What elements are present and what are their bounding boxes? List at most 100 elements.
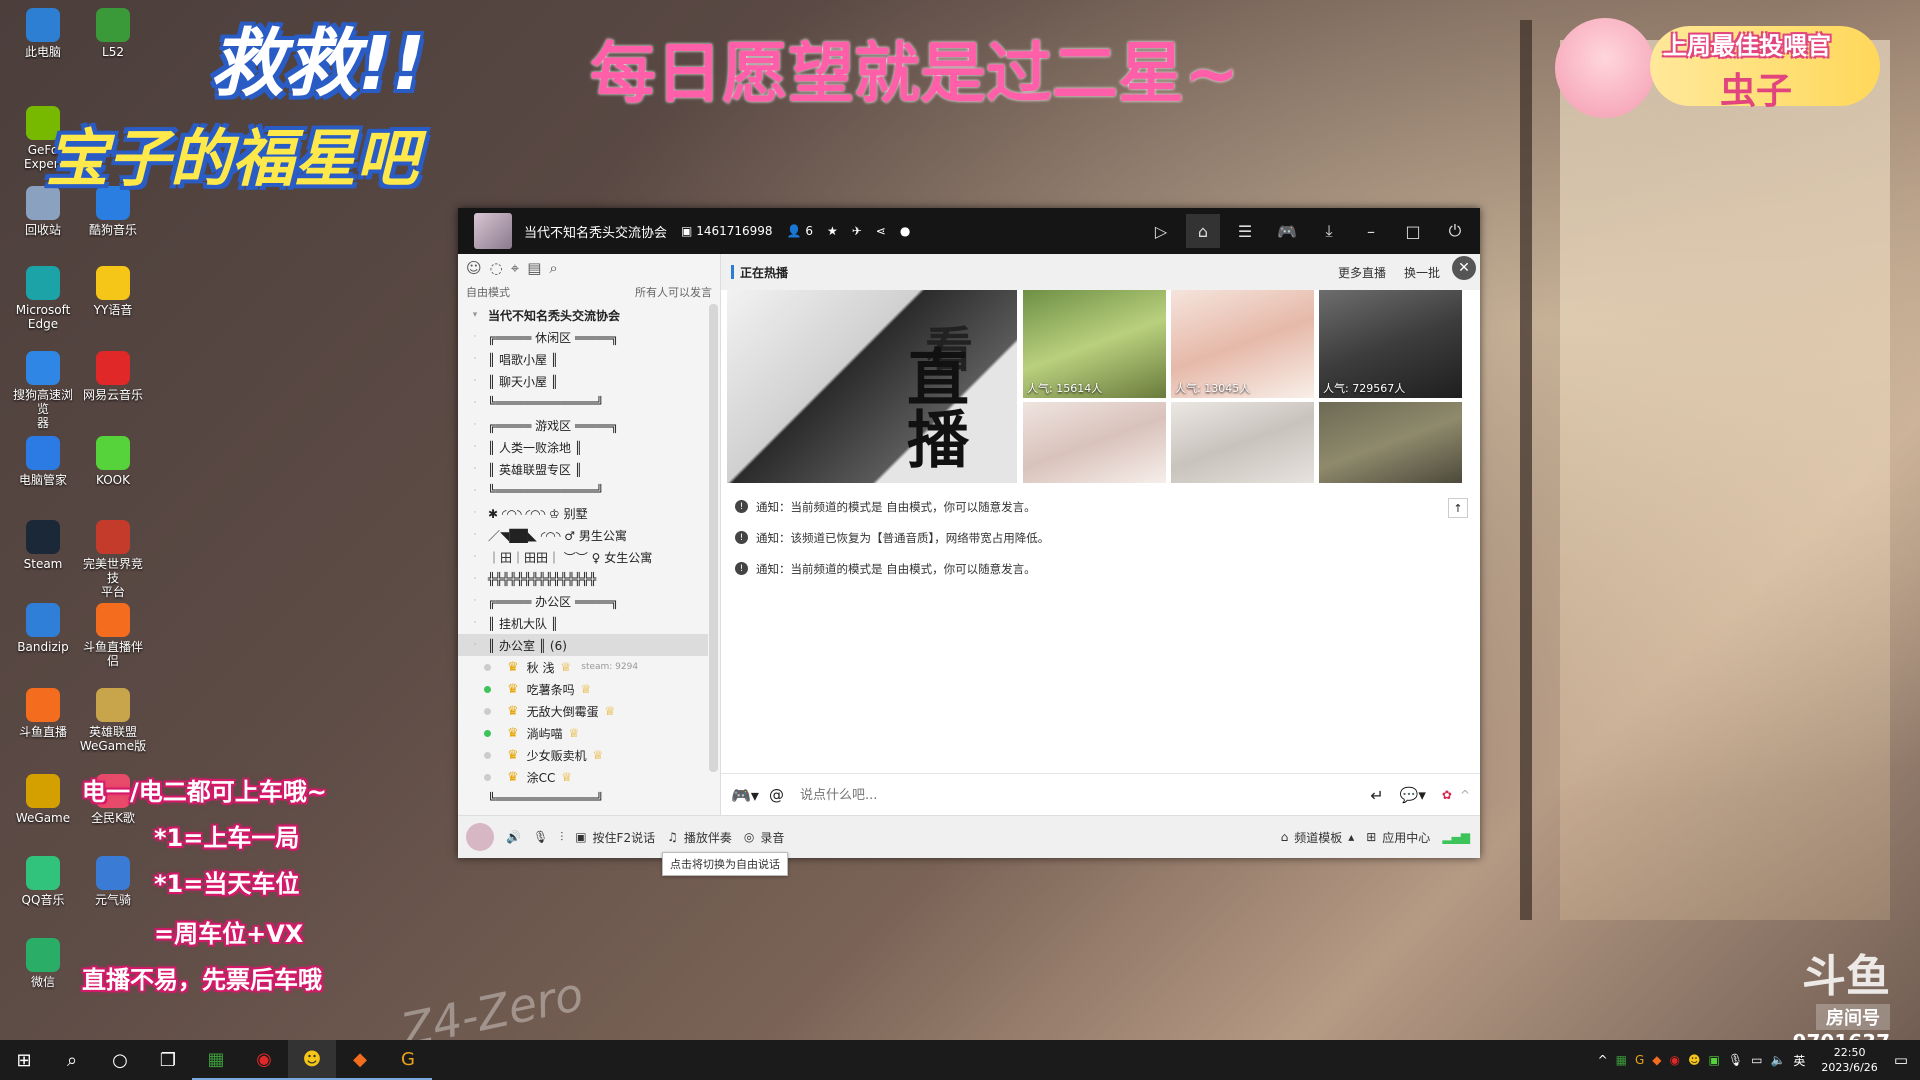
maximize-icon[interactable]: □: [1396, 214, 1430, 248]
live-thumb-2[interactable]: 人气: 13045人: [1171, 290, 1314, 398]
user-list-item[interactable]: ♛ 秋 浅 ♕ steam: 9294: [458, 656, 708, 678]
share-icon[interactable]: ⋖: [876, 224, 886, 238]
equalizer-icon[interactable]: ⫶: [560, 830, 563, 845]
desktop-icon[interactable]: 英雄联盟 WeGame版: [78, 688, 148, 753]
desktop-icon[interactable]: 搜狗高速浏览 器: [8, 351, 78, 430]
accompany-button[interactable]: ♫ 播放伴奏: [667, 829, 732, 846]
channel-item[interactable]: · ╬╬╬╬╬╬╬╬╬╬╬╬╬╬╬: [458, 568, 708, 590]
search-icon[interactable]: ⌕: [549, 259, 557, 277]
channel-item[interactable]: · ╔═════ 办公区 ═════╗: [458, 590, 708, 612]
channel-item[interactable]: · ╚══════════════╝: [458, 480, 708, 502]
user-list-item[interactable]: ♛ 无敌大倒霉蛋 ♕: [458, 700, 708, 722]
self-avatar[interactable]: [466, 823, 494, 851]
app-center-button[interactable]: ⊞ 应用中心: [1366, 829, 1430, 846]
channel-item[interactable]: · ║ 办公室 ║ (6): [458, 634, 708, 656]
tray-mic-icon[interactable]: 🎙: [1728, 1053, 1743, 1067]
at-icon[interactable]: @: [769, 786, 784, 804]
taskbar-chrome-icon[interactable]: G: [384, 1040, 432, 1080]
search-icon[interactable]: ⌕: [48, 1040, 96, 1080]
tray-kook-icon[interactable]: ▣: [1709, 1053, 1720, 1067]
cortana-icon[interactable]: ○: [96, 1040, 144, 1080]
windows-start-icon[interactable]: ⊞: [0, 1040, 48, 1080]
emoji-icon[interactable]: 🎮▾: [731, 786, 759, 805]
tray-chrome-icon[interactable]: G: [1635, 1053, 1644, 1067]
person-icon[interactable]: ☺: [466, 259, 482, 277]
channel-root[interactable]: ▾ 当代不知名秃头交流协会: [458, 304, 708, 326]
taskbar-douyu-icon[interactable]: ◆: [336, 1040, 384, 1080]
more-live-link[interactable]: 更多直播: [1338, 264, 1386, 281]
minimize-icon[interactable]: –: [1354, 214, 1388, 248]
tray-yy-icon[interactable]: ☻: [1688, 1053, 1701, 1067]
chat-input[interactable]: [797, 786, 1282, 804]
desktop-icon[interactable]: WeGame: [8, 774, 78, 825]
tray-expand-icon[interactable]: ^: [1598, 1053, 1608, 1067]
mode-select[interactable]: 自由模式: [466, 284, 510, 300]
desktop-icon[interactable]: 元气骑: [78, 856, 148, 907]
channel-item[interactable]: ╚══════════════╝: [458, 788, 708, 810]
bubble-icon[interactable]: 💬▾: [1400, 786, 1426, 804]
tree-scrollbar[interactable]: [709, 304, 718, 772]
channel-item[interactable]: · ║ 聊天小屋 ║: [458, 370, 708, 392]
expand-toggle-icon[interactable]: ·: [468, 398, 482, 408]
desktop-icon[interactable]: 斗鱼直播: [8, 688, 78, 739]
user-list-item[interactable]: ♛ 淌屿喵 ♕: [458, 722, 708, 744]
expand-toggle-icon[interactable]: ·: [468, 354, 482, 364]
chat-icon[interactable]: ◌: [490, 259, 503, 277]
desktop-icon[interactable]: KOOK: [78, 436, 148, 487]
ptt-button[interactable]: ▣ 按住F2说话: [575, 829, 655, 846]
desktop-icon[interactable]: YY语音: [78, 266, 148, 317]
expand-toggle-icon[interactable]: ·: [468, 640, 482, 650]
expand-toggle-icon[interactable]: ·: [468, 530, 482, 540]
expand-toggle-icon[interactable]: ·: [468, 442, 482, 452]
download-icon[interactable]: ⤓: [1312, 214, 1346, 248]
expand-toggle-icon[interactable]: ·: [468, 420, 482, 430]
gamepad-icon[interactable]: 🎮: [1270, 214, 1304, 248]
tray-volume-icon[interactable]: 🔈: [1770, 1053, 1785, 1067]
expand-toggle-icon[interactable]: ·: [468, 486, 482, 496]
channel-item[interactable]: · ╔═════ 游戏区 ═════╗: [458, 414, 708, 436]
live-thumb-6[interactable]: [1319, 402, 1462, 483]
speaker-icon[interactable]: 🔊: [506, 830, 521, 844]
rose-icon[interactable]: ✿: [1442, 788, 1452, 802]
desktop-icon[interactable]: 网易云音乐: [78, 351, 148, 402]
channel-item[interactable]: · ｜田｜田田｜ ︶︶ ♀ 女生公寓: [458, 546, 708, 568]
channel-item[interactable]: · ✱ ◜◠◝ ◜◠◝ ♔ 别墅: [458, 502, 708, 524]
desktop-icon[interactable]: 微信: [8, 938, 78, 989]
template-button[interactable]: ⌂ 频道模板 ▴: [1281, 829, 1355, 846]
expand-toggle-icon[interactable]: ·: [468, 618, 482, 628]
channel-item[interactable]: · ╔═════ 休闲区 ═════╗: [458, 326, 708, 348]
expand-toggle-icon[interactable]: ·: [468, 574, 482, 584]
live-thumb-4[interactable]: [1023, 402, 1166, 483]
channel-item[interactable]: · ╚══════════════╝: [458, 392, 708, 414]
taskbar-app-spreadsheet-icon[interactable]: ▦: [192, 1040, 240, 1080]
tray-netease-icon[interactable]: ◉: [1670, 1053, 1680, 1067]
mic-icon[interactable]: 🎙: [533, 830, 548, 844]
desktop-icon[interactable]: 电脑管家: [8, 436, 78, 487]
channel-item[interactable]: · ║ 唱歌小屋 ║: [458, 348, 708, 370]
tray-clock[interactable]: 22:50 2023/6/26: [1821, 1045, 1877, 1075]
banner-thumb[interactable]: 看 直播: [727, 290, 1017, 483]
notification-icon[interactable]: ▭: [1894, 1051, 1908, 1069]
taskbar-yy-icon[interactable]: ☻: [288, 1040, 336, 1080]
expand-toggle-icon[interactable]: ·: [468, 508, 482, 518]
home-icon[interactable]: ⌂: [1186, 214, 1220, 248]
tray-network-icon[interactable]: ▭: [1751, 1053, 1762, 1067]
channel-logo[interactable]: [474, 213, 512, 249]
desktop-icon[interactable]: 此电脑: [8, 8, 78, 59]
live-thumb-3[interactable]: 人气: 729567人: [1319, 290, 1462, 398]
tray-douyu-icon[interactable]: ◆: [1652, 1053, 1661, 1067]
info-icon[interactable]: ●: [900, 224, 910, 238]
desktop-icon[interactable]: 斗鱼直播伴侣: [78, 603, 148, 668]
live-thumb-1[interactable]: 人气: 15614人: [1023, 290, 1166, 398]
expand-icon[interactable]: ^: [1460, 788, 1470, 802]
location-icon[interactable]: ⌖: [511, 259, 519, 277]
power-icon[interactable]: ⏻: [1438, 214, 1472, 248]
taskbar-netease-music-icon[interactable]: ◉: [240, 1040, 288, 1080]
channel-item[interactable]: · ║ 人类一败涂地 ║: [458, 436, 708, 458]
expand-toggle-icon[interactable]: ·: [468, 376, 482, 386]
desktop-icon[interactable]: Bandizip: [8, 603, 78, 654]
list-icon[interactable]: ☰: [1228, 214, 1262, 248]
desktop-icon[interactable]: 完美世界竞技 平台: [78, 520, 148, 599]
channel-item[interactable]: · ／◥██◣ ◜◠◝ ♂ 男生公寓: [458, 524, 708, 546]
task-view-icon[interactable]: ❐: [144, 1040, 192, 1080]
